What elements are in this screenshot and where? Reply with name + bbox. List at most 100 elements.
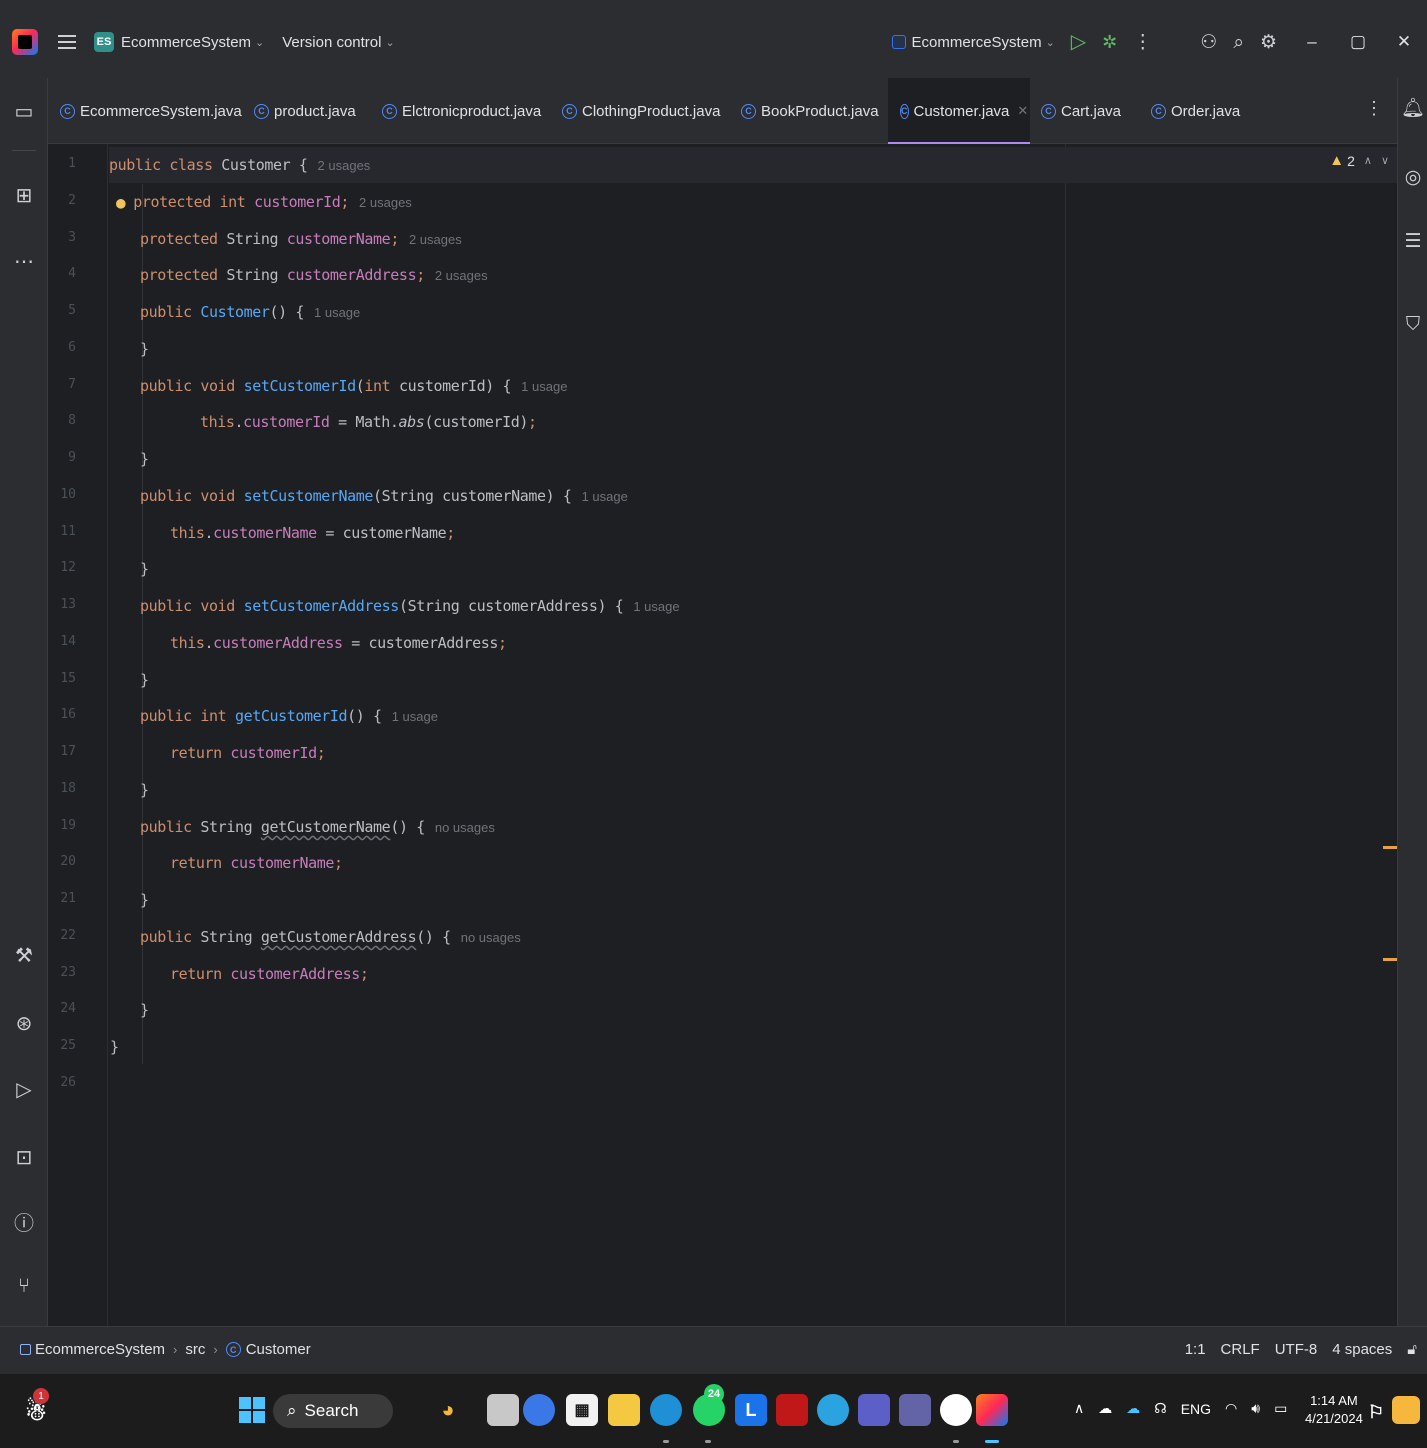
chevron-down-icon[interactable]: ⌄ (385, 36, 394, 49)
services-icon[interactable]: ⊛ (0, 1012, 48, 1036)
lock-icon[interactable]: 🔓︎ (1407, 1341, 1417, 1358)
chat-icon[interactable] (523, 1394, 555, 1426)
telegram-icon[interactable] (817, 1394, 849, 1426)
tab-product[interactable]: C product.java (254, 78, 356, 144)
copilot-icon[interactable] (1392, 1396, 1420, 1424)
chevron-up-icon[interactable]: ∧ (1074, 1400, 1084, 1417)
tab-customer[interactable]: C Customer.java ✕ (888, 78, 1030, 145)
onedrive-icon[interactable]: ☁ (1098, 1400, 1112, 1417)
settings-gear-icon[interactable]: ⚙ (1260, 33, 1277, 52)
code-line-17[interactable]: return customerId; (170, 735, 326, 771)
build-hammer-icon[interactable]: ⚒ (0, 944, 48, 968)
database-icon[interactable]: ☰ (1398, 230, 1427, 253)
chevron-down-icon[interactable]: ⌄ (255, 36, 264, 49)
code-line-22[interactable]: public String getCustomerAddress() {no u… (140, 919, 521, 955)
close-icon[interactable]: ✕ (1381, 32, 1427, 52)
file-explorer-icon[interactable] (608, 1394, 640, 1426)
tab-cart[interactable]: C Cart.java (1041, 78, 1121, 144)
code-line-9[interactable]: } (140, 441, 149, 477)
project-badge[interactable]: ES (94, 32, 114, 52)
project-name[interactable]: EcommerceSystem (121, 34, 251, 51)
caret-position[interactable]: 1:1 (1185, 1341, 1206, 1358)
usage-hint[interactable]: 1 usage (582, 489, 628, 504)
code-line-21[interactable]: } (140, 882, 149, 918)
indent-setting[interactable]: 4 spaces (1332, 1341, 1392, 1358)
more-tools-icon[interactable]: ⋯ (0, 250, 48, 274)
run-tool-icon[interactable]: ▷ (0, 1078, 48, 1102)
breadcrumb-src[interactable]: src (185, 1341, 205, 1358)
calculator-icon[interactable]: ▦ (566, 1394, 598, 1426)
code-line-10[interactable]: public void setCustomerName (String custo… (140, 478, 628, 514)
code-line-8[interactable]: this. customerId = Math. abs (customerId); (200, 404, 537, 440)
git-icon[interactable]: ⑂ (0, 1274, 48, 1298)
usage-hint[interactable]: 1 usage (521, 379, 567, 394)
intellij-taskbar-icon[interactable] (976, 1394, 1008, 1426)
code-line-1[interactable]: public class Customer {2 usages (109, 147, 1397, 183)
app-l-icon[interactable]: L (735, 1394, 767, 1426)
usage-hint[interactable]: 2 usages (435, 268, 488, 283)
code-line-13[interactable]: public void setCustomerAddress (String cu… (140, 588, 680, 624)
file-encoding[interactable]: UTF-8 (1275, 1341, 1318, 1358)
usage-hint[interactable]: 2 usages (318, 158, 371, 173)
battery-icon[interactable]: ▭ (1274, 1400, 1287, 1417)
search-icon[interactable]: ⌕ (1233, 33, 1244, 52)
tab-order[interactable]: C Order.java (1151, 78, 1240, 144)
tab-bookproduct[interactable]: C BookProduct.java (741, 78, 879, 144)
version-control-menu[interactable]: Version control (282, 34, 381, 51)
code-line-19[interactable]: public String getCustomerName() {no usag… (140, 809, 495, 845)
clock[interactable]: 1:14 AM 4/21/2024 (1305, 1392, 1363, 1428)
code-line-11[interactable]: this. customerName = customerName; (170, 515, 455, 551)
notification-center-icon[interactable]: ⚐ (1360, 1396, 1392, 1428)
problems-icon[interactable]: ⓘ (0, 1212, 48, 1236)
code-editor[interactable]: 1 2 3 4 5 6 7 8 9 10 11 12 13 14 15 16 1… (48, 144, 1397, 1326)
tab-elctronicproduct[interactable]: C Elctronicproduct.java (382, 78, 541, 144)
language-indicator[interactable]: ENG (1181, 1401, 1211, 1417)
breadcrumb-project[interactable]: EcommerceSystem (35, 1341, 165, 1358)
onedrive-blue-icon[interactable]: ☁ (1126, 1400, 1140, 1417)
media-player-icon[interactable] (940, 1394, 972, 1426)
code-line-16[interactable]: public int getCustomerId() {1 usage (140, 698, 438, 734)
usage-hint[interactable]: no usages (461, 930, 521, 945)
notifications-bell-icon[interactable]: 🔔︎ (1398, 96, 1427, 120)
inspection-widget[interactable]: ▲ 2 ∧ ∨ (1329, 152, 1389, 169)
code-line-5[interactable]: public Customer() {1 usage (140, 294, 360, 330)
main-menu-icon[interactable] (58, 35, 76, 49)
usage-hint[interactable]: 2 usages (409, 232, 462, 247)
edge-browser-icon[interactable] (650, 1394, 682, 1426)
structure-icon[interactable]: ⊞ (0, 184, 48, 208)
warning-stripe-mark[interactable] (1383, 846, 1397, 849)
code-line-24[interactable]: } (140, 992, 149, 1028)
mcafee-icon[interactable] (776, 1394, 808, 1426)
line-number-gutter[interactable]: 1 2 3 4 5 6 7 8 9 10 11 12 13 14 15 16 1… (48, 144, 108, 1326)
close-tab-icon[interactable]: ✕ (1017, 103, 1028, 119)
debug-icon[interactable]: ✲ (1102, 33, 1117, 51)
usage-hint[interactable]: 1 usage (392, 709, 438, 724)
code-line-23[interactable]: return customerAddress; (170, 956, 369, 992)
teams-icon[interactable] (858, 1394, 890, 1426)
project-folder-icon[interactable]: ▭ (0, 100, 48, 124)
line-ending[interactable]: CRLF (1221, 1341, 1260, 1358)
terminal-icon[interactable]: ⊡ (0, 1146, 48, 1170)
code-line-3[interactable]: protected String customerName; 2 usages (140, 221, 462, 257)
intellij-logo-icon[interactable] (12, 29, 38, 55)
usage-hint[interactable]: 2 usages (359, 195, 412, 210)
next-highlight-icon[interactable]: ∨ (1381, 154, 1389, 167)
code-line-18[interactable]: } (140, 772, 149, 808)
widgets-icon[interactable]: ◕ (432, 1394, 464, 1426)
warning-stripe-mark[interactable] (1383, 958, 1397, 961)
intention-bulb-icon[interactable]: ● (116, 193, 126, 212)
taskbar-search-box[interactable]: ⌕ Search (273, 1394, 393, 1428)
code-line-14[interactable]: this. customerAddress = customerAddress; (170, 625, 507, 661)
restore-icon[interactable]: ▢ (1335, 32, 1381, 52)
teams-new-icon[interactable] (899, 1394, 931, 1426)
add-user-icon[interactable]: ⚇ (1200, 33, 1217, 52)
ai-assistant-icon[interactable]: ◎ (1398, 166, 1427, 189)
tab-clothingproduct[interactable]: C ClothingProduct.java (562, 78, 720, 144)
code-line-20[interactable]: return customerName; (170, 845, 343, 881)
code-line-2[interactable]: ● protected int customerId; 2 usages (116, 184, 412, 220)
shield-icon[interactable]: ⛉ (1398, 314, 1427, 336)
usage-hint[interactable]: 1 usage (314, 305, 360, 320)
wifi-icon[interactable]: ◠ (1225, 1400, 1237, 1417)
minimize-icon[interactable]: – (1289, 32, 1335, 52)
code-line-7[interactable]: public void setCustomerId(int customerId… (140, 368, 567, 404)
